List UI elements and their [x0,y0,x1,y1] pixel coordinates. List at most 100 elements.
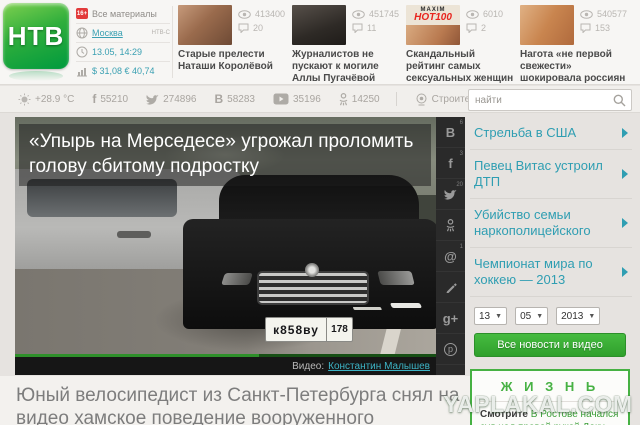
views-count: 6010 [483,9,503,19]
share-twitter-button[interactable]: 20 [436,179,465,210]
odnoklassniki-counter[interactable]: 14250 [339,93,380,106]
share-bar: В 6 f 3 20 @ 1 [436,117,465,375]
views-icon [352,10,365,19]
story-stats: 451745 11 [352,7,399,35]
twitter-icon [444,189,457,200]
menu-item-currency[interactable]: $ 31,08 € 40,74 [76,61,170,80]
site-header: НТВ 16+ Все материалы Москва НТВ-С 13.05… [0,0,640,85]
sidebar-link-label: Стрельба в США [474,125,576,140]
sidebar-link-shooting-usa[interactable]: Стрельба в США [470,117,632,150]
car-drl [390,303,422,308]
story-title[interactable]: Старые прелести Наташи Королёвой [178,49,288,73]
youtube-counter[interactable]: 35196 [273,93,321,105]
comments-icon [466,23,477,33]
search-icon[interactable] [613,94,626,107]
story-stats: 6010 2 [466,7,503,35]
facebook-count: 55210 [100,94,128,105]
day-select[interactable]: 13 ▼ [474,307,507,325]
share-googleplus-button[interactable]: g+ [436,303,465,334]
weather-widget[interactable]: +28.9 °C [18,93,74,106]
search-box [468,89,632,111]
vk-icon: В [446,125,455,140]
youtube-count: 35196 [293,94,321,105]
year-value: 2013 [561,311,583,322]
chevron-down-icon: ▼ [536,313,543,320]
video-scene-mercedes: к858ву 178 [183,175,436,351]
share-facebook-button[interactable]: f 3 [436,148,465,179]
share-count: 1 [460,244,463,250]
divider [172,6,173,78]
share-odnoklassniki-button[interactable] [436,210,465,241]
twitter-counter[interactable]: 274896 [146,94,196,105]
article-lead-text: Юный велосипедист из Санкт-Петербурга сн… [16,384,462,425]
zhizn-item: Смотрите В Ростове начался суд над право… [480,408,620,425]
facebook-icon: f [448,156,452,171]
twitter-count: 274896 [163,94,196,105]
share-mail-button[interactable]: @ 1 [436,241,465,272]
views-icon [466,10,479,19]
datetime-label: 13.05, 14:29 [92,47,142,57]
menu-item-city[interactable]: Москва НТВ-С [76,23,170,42]
clock-icon [76,46,88,58]
sidebar-link-label: Чемпионат мира по хоккею — 2013 [474,256,593,287]
ntv-logo[interactable]: НТВ [3,3,69,69]
month-value: 05 [520,311,531,322]
day-value: 13 [479,311,490,322]
header-menu: 16+ Все материалы Москва НТВ-С 13.05, 14… [76,4,170,80]
chevron-down-icon: ▼ [495,313,502,320]
sidebar-link-vitas[interactable]: Певец Витас устроил ДТП [470,150,632,199]
mercedes-star [305,263,319,277]
story-thumbnail[interactable] [178,5,232,45]
video-credit: Видео: Константин Малышев [15,357,436,375]
arrow-right-icon [622,218,628,228]
license-plate-region: 178 [326,318,352,341]
van-handle [117,231,151,238]
city-extra-label: НТВ-С [152,30,170,36]
chart-icon [76,65,88,77]
story-title[interactable]: Нагота «не первой свежести» шокировала р… [520,49,630,85]
odnoklassniki-icon [339,93,348,106]
share-count: 20 [456,182,463,188]
video-credit-link[interactable]: Константин Малышев [328,361,430,372]
share-pinterest-button[interactable]: p [436,334,465,365]
story-thumbnail[interactable] [520,5,574,45]
divider [396,92,397,106]
age-badge: 16+ [76,8,88,19]
comments-count: 2 [481,23,486,33]
vk-counter[interactable]: В 58283 [215,92,255,106]
menu-item-label: Все материалы [92,9,157,19]
story-title[interactable]: Журналистов не пускают к могиле Аллы Пуг… [292,49,402,85]
ntv-logo-text: НТВ [8,21,64,52]
story-thumbnail[interactable]: MAXIM HOT100 [406,5,460,45]
menu-item-datetime[interactable]: 13.05, 14:29 [76,42,170,61]
video-headline[interactable]: «Упырь на Мерседесе» угрожал проломить г… [19,124,431,186]
arrow-right-icon [622,267,628,277]
chevron-down-icon: ▼ [588,313,595,320]
search-input[interactable] [469,95,613,106]
sidebar: Стрельба в США Певец Витас устроил ДТП У… [470,117,632,425]
city-link[interactable]: Москва [92,28,123,38]
story-thumbnail[interactable] [292,5,346,45]
license-plate-number: к858ву [266,318,326,341]
facebook-icon: f [92,92,96,106]
share-vk-button[interactable]: В 6 [436,117,465,148]
arrow-right-icon [622,128,628,138]
sidebar-link-murder[interactable]: Убийство семьи наркополицейского [470,199,632,248]
share-blog-button[interactable] [436,272,465,303]
sidebar-link-hockey[interactable]: Чемпионат мира по хоккею — 2013 [470,248,632,297]
all-news-button[interactable]: Все новости и видео [474,333,626,357]
facebook-counter[interactable]: f 55210 [92,92,128,106]
year-select[interactable]: 2013 ▼ [556,307,600,325]
car-headlight [221,273,253,285]
youtube-icon [273,93,289,105]
video-frame[interactable]: к858ву 178 «Упырь на Мерседесе» угрожал … [15,117,436,357]
month-select[interactable]: 05 ▼ [515,307,548,325]
twitter-icon [146,94,159,105]
story-stats: 413400 20 [238,7,285,35]
divider [480,401,620,402]
webcam-icon [415,93,428,106]
arrow-right-icon [622,169,628,179]
menu-item-all-materials[interactable]: 16+ Все материалы [76,4,170,23]
views-count: 451745 [369,9,399,19]
comments-icon [580,23,591,33]
